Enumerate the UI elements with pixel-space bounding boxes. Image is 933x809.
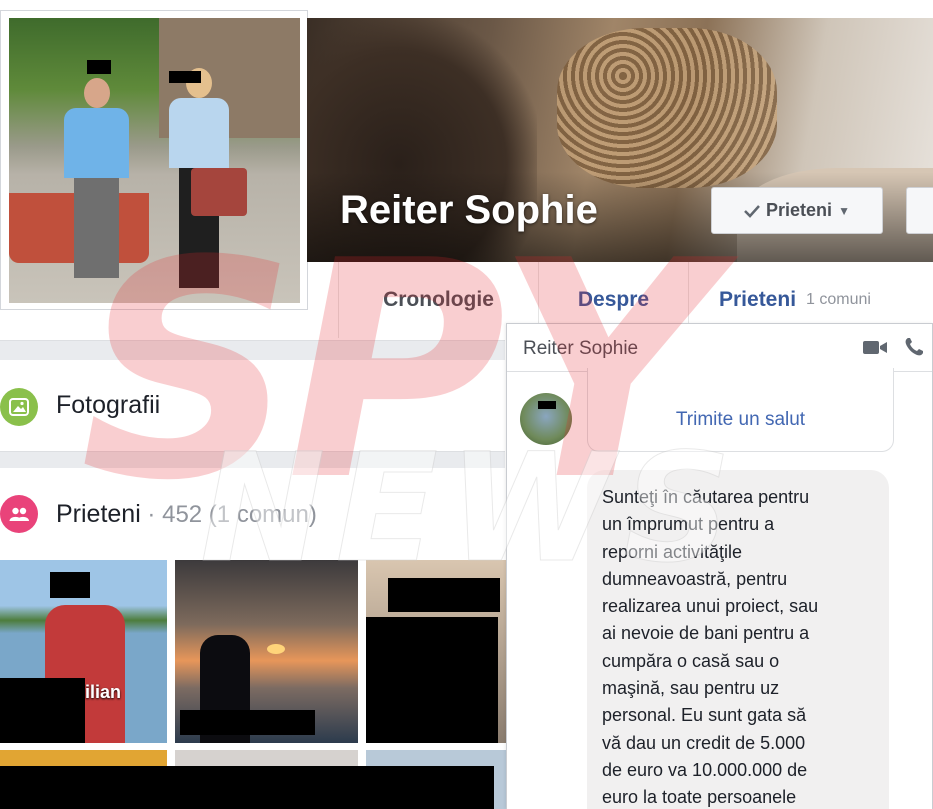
friend-tile[interactable] (175, 560, 358, 743)
profile-name[interactable]: Reiter Sophie (340, 188, 598, 233)
friend-tile[interactable] (366, 560, 506, 743)
chat-avatar[interactable] (520, 393, 572, 445)
message-bubble: Sunteţi în căutarea pentru un împrumut p… (587, 470, 889, 809)
check-icon (744, 204, 760, 218)
video-camera-icon[interactable] (862, 337, 888, 357)
section-divider (0, 340, 505, 360)
redaction-bar (87, 60, 111, 74)
photos-icon (0, 388, 38, 426)
tab-prieteni-label: Prieteni (719, 288, 797, 311)
section-divider (0, 452, 505, 468)
caret-down-icon: ▼ (838, 203, 850, 218)
send-greeting-link[interactable]: Trimite un salut (588, 409, 893, 431)
redaction-bar (180, 710, 315, 735)
redaction-bar (0, 678, 85, 743)
friends-status-button[interactable]: Prieteni ▼ (711, 187, 883, 234)
photo-person-man (64, 78, 129, 283)
redaction-bar (388, 578, 500, 612)
chat-title[interactable]: Reiter Sophie (523, 338, 638, 360)
phone-icon[interactable] (903, 336, 925, 358)
friends-status-label: Prieteni (766, 200, 833, 220)
photo-bag (191, 168, 247, 216)
redaction-bar (0, 766, 494, 809)
redaction-bar (366, 617, 498, 743)
profile-page: Reiter Sophie Prieteni ▼ Cronologie Desp… (0, 0, 933, 809)
friends-title[interactable]: Prieteni · 452 (1 comun) (56, 500, 317, 529)
photos-title[interactable]: Fotografii (56, 391, 160, 420)
friends-icon (0, 495, 38, 533)
chat-header[interactable]: Reiter Sophie (507, 324, 932, 372)
redaction-bar (169, 71, 201, 83)
greet-card: Trimite un salut (587, 368, 894, 452)
friends-count: · 452 (1 comun) (140, 501, 317, 528)
redaction-bar (50, 572, 90, 598)
profile-photo[interactable] (9, 18, 300, 303)
tab-prieteni-count: 1 comuni (806, 291, 871, 308)
redaction-bar (538, 401, 556, 409)
friends-title-label: Prieteni (56, 500, 141, 528)
more-options-button[interactable] (906, 187, 933, 234)
chat-window: Reiter Sophie Trimite un salut Sunteţi î… (506, 323, 933, 809)
friend-name: ilian (85, 682, 122, 702)
message-text: Sunteţi în căutarea pentru un împrumut p… (602, 487, 819, 808)
friend-tile[interactable]: ilian (0, 560, 167, 743)
